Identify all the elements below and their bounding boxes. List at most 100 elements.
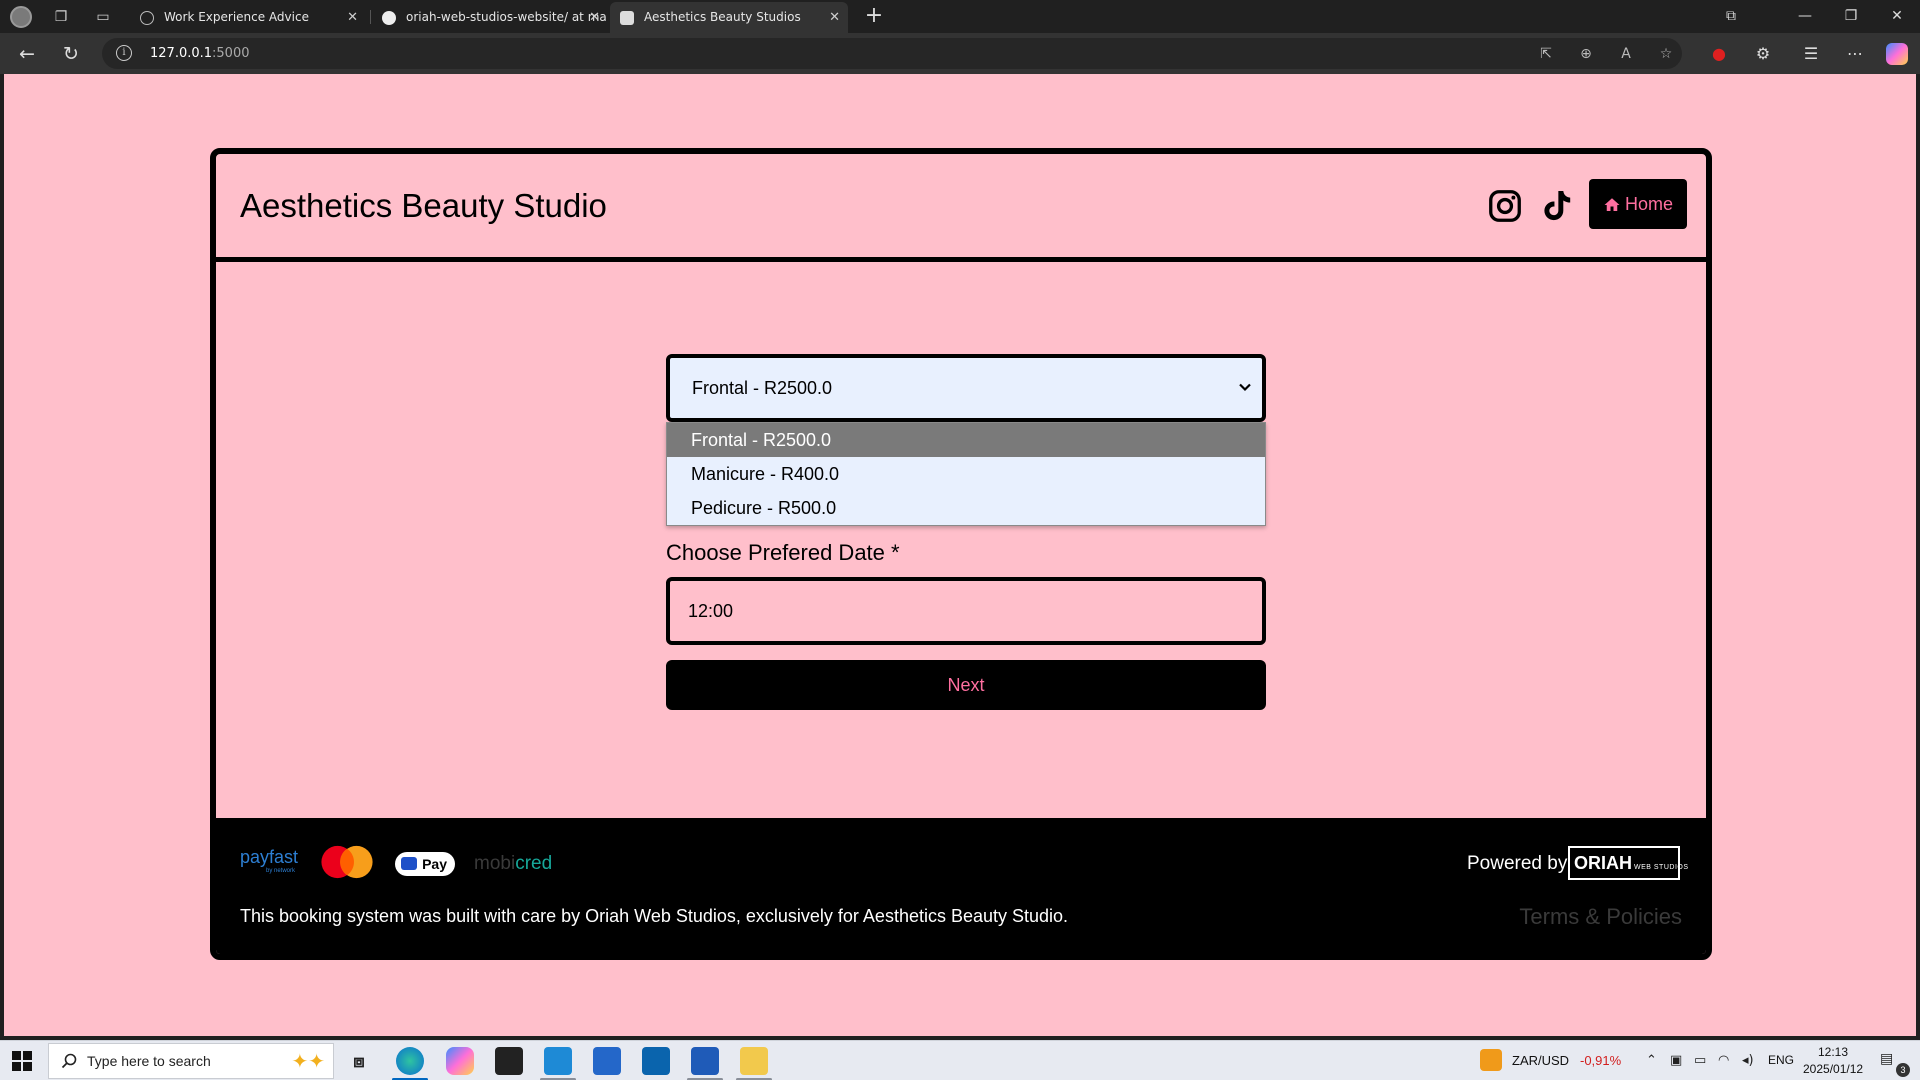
chevron-down-icon [1239, 383, 1251, 392]
tab-actions-icon[interactable]: ▭ [90, 5, 116, 29]
url-port: :5000 [212, 46, 250, 61]
service-dropdown-list: Frontal - R2500.0 Manicure - R400.0 Pedi… [666, 422, 1266, 526]
oriah-web-studios-logo[interactable]: ORIAH WEB STUDIOS [1568, 846, 1688, 880]
clock-time[interactable]: 12:13 [1818, 1045, 1848, 1059]
open-in-app-icon[interactable]: ⇱ [1536, 44, 1556, 64]
back-icon[interactable]: ← [14, 41, 40, 67]
file-explorer-icon[interactable] [740, 1047, 768, 1075]
favorites-icon[interactable]: ☰ [1800, 43, 1822, 65]
tab-label: Aesthetics Beauty Studios [644, 10, 801, 24]
tab-divider [370, 10, 371, 24]
edge-icon[interactable] [396, 1047, 424, 1075]
browser-toolbar: ← ↻ i 127.0.0.1:5000 ⇱ ⊕ A ☆ ● ⚙ ☰ ⋯ [0, 33, 1920, 74]
mobicred-logo: mobicred [474, 852, 552, 888]
meet-now-icon[interactable]: ▣ [1670, 1053, 1682, 1068]
browser-tab-bar: ❐ ▭ Work Experience Advice ✕ oriah-web-s… [0, 0, 1920, 33]
close-window-icon[interactable]: ✕ [1874, 0, 1920, 33]
minimize-icon[interactable]: — [1782, 0, 1828, 33]
window-media-icon[interactable]: ⧉ [1708, 0, 1754, 33]
home-button-label: Home [1624, 194, 1673, 214]
close-tab-icon[interactable]: ✕ [829, 2, 840, 33]
clock-date[interactable]: 2025/01/12 [1803, 1062, 1863, 1076]
notification-count-badge: 3 [1896, 1063, 1910, 1077]
restore-icon[interactable]: ❐ [1828, 0, 1874, 33]
site-info-icon[interactable]: i [116, 45, 132, 61]
next-button[interactable]: Next [666, 660, 1266, 710]
service-select-value: Frontal - R2500.0 [692, 378, 833, 398]
windows-taskbar: Type here to search ✦✦ ⧈ ZAR/USD -0,91% … [0, 1040, 1920, 1080]
site-brand: Aesthetics Beauty Studio [240, 187, 607, 224]
service-select[interactable]: Frontal - R2500.0 [666, 354, 1266, 422]
store-icon[interactable] [593, 1047, 621, 1075]
task-view-icon[interactable]: ⧈ [345, 1047, 373, 1075]
extensions-puzzle-icon[interactable]: ⚙ [1752, 43, 1774, 65]
site-favicon-icon [620, 11, 634, 25]
search-icon [61, 1053, 77, 1069]
currency-widget-icon[interactable] [1480, 1049, 1502, 1071]
service-option[interactable]: Pedicure - R500.0 [667, 491, 1265, 525]
service-option[interactable]: Frontal - R2500.0 [667, 423, 1265, 457]
service-option[interactable]: Manicure - R400.0 [667, 457, 1265, 491]
url-host: 127.0.0.1 [150, 46, 213, 61]
pay-logo-text: Pay [422, 856, 447, 872]
card-icon [401, 857, 417, 870]
outlook-icon[interactable] [642, 1047, 670, 1075]
tab-github[interactable]: oriah-web-studios-website/ at ma ✕ [372, 2, 608, 33]
payfast-logo-text: payfast [240, 847, 299, 867]
more-menu-icon[interactable]: ⋯ [1844, 43, 1866, 65]
taskbar-search[interactable]: Type here to search ✦✦ [48, 1043, 334, 1079]
close-tab-icon[interactable]: ✕ [347, 2, 358, 33]
url-text: 127.0.0.1:5000 [150, 38, 250, 69]
time-field-value: 12:00 [688, 601, 734, 621]
wifi-icon[interactable]: ◠ [1718, 1053, 1729, 1068]
workspaces-icon[interactable]: ❐ [48, 5, 74, 29]
page-viewport: Aesthetics Beauty Studio Home Frontal - … [4, 74, 1916, 1036]
currency-pair[interactable]: ZAR/USD [1512, 1053, 1569, 1068]
vscode-icon[interactable] [544, 1047, 572, 1075]
refresh-icon[interactable]: ↻ [58, 41, 84, 67]
extension-icon[interactable]: ● [1708, 43, 1730, 65]
copilot-icon[interactable] [1886, 43, 1908, 65]
word-icon[interactable] [691, 1047, 719, 1075]
tab-label: oriah-web-studios-website/ at ma [406, 10, 607, 24]
windows-start-icon[interactable] [12, 1051, 32, 1071]
booking-card: Aesthetics Beauty Studio Home Frontal - … [210, 148, 1712, 960]
footer-credit: This booking system was built with care … [240, 906, 1069, 926]
terms-link[interactable]: Terms & Policies [1519, 904, 1682, 930]
new-tab-icon[interactable]: + [860, 2, 888, 30]
mastercard-logo [321, 845, 373, 879]
mobicred-logo-text-a: mobi [474, 853, 516, 874]
oriah-logo-text: ORIAH [1574, 853, 1632, 873]
instagram-icon[interactable] [1487, 188, 1523, 224]
powered-by-label: Powered by [1467, 853, 1568, 874]
tab-aesthetics[interactable]: Aesthetics Beauty Studios ✕ [610, 2, 848, 33]
oriah-logo-subtext: WEB STUDIOS [1634, 864, 1689, 871]
home-icon [1604, 198, 1620, 212]
chevron-up-icon[interactable]: ⌃ [1646, 1053, 1657, 1068]
favorite-star-icon[interactable]: ☆ [1656, 44, 1676, 64]
volume-icon[interactable]: ◂) [1742, 1053, 1754, 1068]
time-field[interactable]: 12:00 [666, 577, 1266, 645]
close-tab-icon[interactable]: ✕ [589, 2, 600, 33]
read-aloud-icon[interactable]: A [1616, 44, 1636, 64]
copilot-taskbar-icon[interactable] [446, 1047, 474, 1075]
github-icon [382, 11, 396, 25]
terminal-app-icon[interactable] [495, 1047, 523, 1075]
mobicred-logo-text-b: cred [515, 853, 553, 874]
zoom-icon[interactable]: ⊕ [1576, 44, 1596, 64]
search-placeholder: Type here to search [87, 1053, 211, 1069]
payfast-logo: payfast by network [240, 846, 320, 882]
tab-work-experience[interactable]: Work Experience Advice ✕ [130, 2, 366, 33]
language-indicator[interactable]: ENG [1768, 1053, 1794, 1067]
battery-icon[interactable]: ▭ [1694, 1053, 1706, 1068]
tab-label: Work Experience Advice [164, 10, 309, 24]
home-button[interactable]: Home [1589, 179, 1687, 229]
address-bar[interactable]: i 127.0.0.1:5000 ⇱ ⊕ A ☆ [102, 38, 1682, 69]
site-footer: payfast by network Pay mobicred Powered … [216, 818, 1706, 954]
samsung-pay-logo: Pay [395, 852, 455, 876]
globe-icon [140, 11, 154, 25]
tiktok-icon[interactable] [1539, 188, 1575, 224]
payfast-logo-subtext: by network [266, 868, 296, 874]
profile-avatar[interactable] [10, 6, 32, 28]
search-highlight-icon: ✦✦ [291, 1049, 325, 1073]
